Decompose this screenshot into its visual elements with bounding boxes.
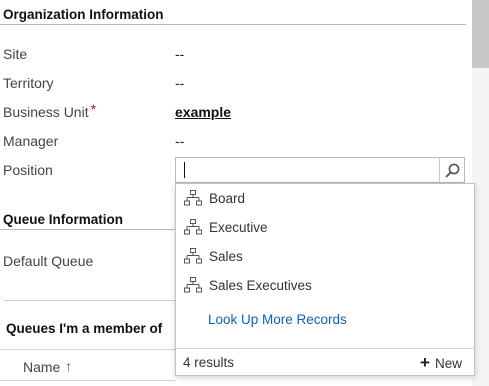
position-label: Position <box>3 162 53 178</box>
results-count: 4 results <box>183 355 235 370</box>
lookup-footer: 4 results + New <box>176 348 474 376</box>
section-divider <box>3 300 178 301</box>
position-lookup-input[interactable] <box>175 157 465 183</box>
manager-label: Manager <box>3 133 59 149</box>
required-indicator: * <box>90 101 97 117</box>
section-divider <box>0 229 175 230</box>
site-value[interactable]: -- <box>175 46 184 62</box>
hierarchy-icon <box>184 219 202 235</box>
hierarchy-icon <box>184 190 202 206</box>
lookup-result-executive[interactable]: Executive <box>184 215 468 239</box>
section-title-organization: Organization Information <box>3 7 164 22</box>
lookup-result-sales-executives[interactable]: Sales Executives <box>184 273 468 297</box>
plus-icon: + <box>420 353 430 372</box>
new-label: New <box>434 355 462 371</box>
lookup-result-label: Executive <box>209 219 268 235</box>
lookup-results-flyout: Board Executive Sales Sales Executives L… <box>175 183 475 376</box>
text-caret <box>184 162 185 178</box>
section-title-member-queues: Queues I'm a member of <box>6 321 163 336</box>
lookup-result-label: Board <box>209 190 246 206</box>
lookup-result-sales[interactable]: Sales <box>184 244 468 268</box>
hierarchy-icon <box>184 248 202 264</box>
column-header-name[interactable]: Name <box>23 359 60 375</box>
section-title-queue: Queue Information <box>3 212 124 227</box>
lookup-result-board[interactable]: Board <box>184 186 468 210</box>
default-queue-label: Default Queue <box>3 253 94 269</box>
search-icon <box>445 163 459 177</box>
new-record-button[interactable]: + New <box>420 353 462 373</box>
business-unit-link[interactable]: example <box>175 104 231 120</box>
lookup-result-label: Sales <box>209 248 243 264</box>
scrollbar-thumb[interactable] <box>472 0 489 68</box>
look-up-more-records-link[interactable]: Look Up More Records <box>208 312 347 327</box>
hierarchy-icon <box>184 277 202 293</box>
territory-label: Territory <box>3 75 54 91</box>
business-unit-label: Business Unit * <box>3 101 97 120</box>
territory-value[interactable]: -- <box>175 75 184 91</box>
table-divider <box>0 380 175 381</box>
sort-ascending-icon[interactable]: ↑ <box>65 358 72 374</box>
search-button[interactable] <box>439 158 464 182</box>
manager-value[interactable]: -- <box>175 133 184 149</box>
lookup-result-label: Sales Executives <box>209 277 312 293</box>
section-divider <box>0 24 466 25</box>
business-unit-label-text: Business Unit <box>3 104 89 120</box>
site-label: Site <box>3 46 28 62</box>
table-header-divider <box>0 349 175 350</box>
